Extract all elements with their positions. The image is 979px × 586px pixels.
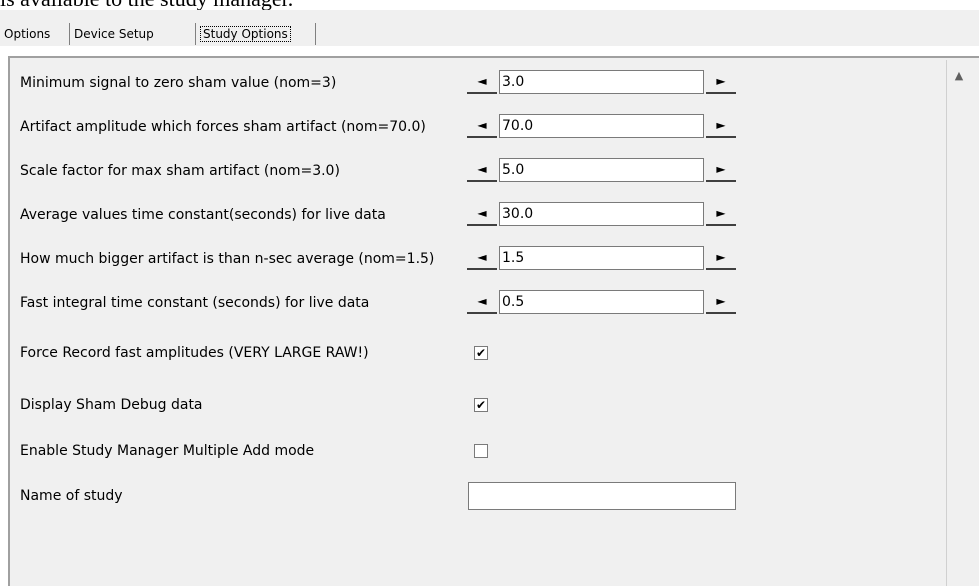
tab-device-setup[interactable]: Device Setup (70, 23, 196, 45)
min-signal-label: Minimum signal to zero sham value (nom=3… (20, 75, 337, 91)
artifact-ratio-increment-icon[interactable]: ► (706, 246, 736, 270)
display-sham-debug-checkbox[interactable]: ✔ (474, 398, 488, 412)
name-of-study-label: Name of study (20, 488, 123, 504)
average-time-constant-increment-icon[interactable]: ► (706, 202, 736, 226)
force-record-label: Force Record fast amplitudes (VERY LARGE… (20, 345, 369, 361)
scroll-up-icon[interactable]: ▲ (947, 60, 971, 90)
scale-factor-field[interactable]: 5.0 (499, 158, 704, 182)
average-time-constant-spinner: ◄ 30.0 ► (467, 202, 736, 226)
multiple-add-mode-checkbox[interactable] (474, 444, 488, 458)
artifact-ratio-field[interactable]: 1.5 (499, 246, 704, 270)
fast-integral-increment-icon[interactable]: ► (706, 290, 736, 314)
average-time-constant-field[interactable]: 30.0 (499, 202, 704, 226)
average-time-constant-decrement-icon[interactable]: ◄ (467, 202, 497, 226)
min-signal-decrement-icon[interactable]: ◄ (467, 70, 497, 94)
fast-integral-field[interactable]: 0.5 (499, 290, 704, 314)
tab-strip: Options Device Setup Study Options (0, 10, 979, 46)
force-record-checkbox[interactable]: ✔ (474, 346, 488, 360)
min-signal-spinner: ◄ 3.0 ► (467, 70, 736, 94)
fast-integral-label: Fast integral time constant (seconds) fo… (20, 295, 370, 311)
min-signal-increment-icon[interactable]: ► (706, 70, 736, 94)
scale-factor-decrement-icon[interactable]: ◄ (467, 158, 497, 182)
artifact-ratio-decrement-icon[interactable]: ◄ (467, 246, 497, 270)
artifact-amplitude-field[interactable]: 70.0 (499, 114, 704, 138)
artifact-amplitude-increment-icon[interactable]: ► (706, 114, 736, 138)
scale-factor-increment-icon[interactable]: ► (706, 158, 736, 182)
fast-integral-spinner: ◄ 0.5 ► (467, 290, 736, 314)
tab-study-options-label: Study Options (200, 26, 291, 42)
name-of-study-input[interactable] (468, 482, 736, 510)
vertical-scrollbar[interactable]: ▲ (946, 60, 971, 586)
document-caption: is available to the study manager. (0, 0, 979, 10)
artifact-amplitude-label: Artifact amplitude which forces sham art… (20, 119, 426, 135)
scale-factor-spinner: ◄ 5.0 ► (467, 158, 736, 182)
scale-factor-label: Scale factor for max sham artifact (nom=… (20, 163, 340, 179)
multiple-add-mode-label: Enable Study Manager Multiple Add mode (20, 443, 315, 459)
artifact-ratio-label: How much bigger artifact is than n-sec a… (20, 251, 435, 267)
artifact-amplitude-spinner: ◄ 70.0 ► (467, 114, 736, 138)
min-signal-field[interactable]: 3.0 (499, 70, 704, 94)
tab-study-options[interactable]: Study Options (196, 23, 316, 45)
fast-integral-decrement-icon[interactable]: ◄ (467, 290, 497, 314)
tab-options[interactable]: Options (0, 23, 70, 45)
average-time-constant-label: Average values time constant(seconds) fo… (20, 207, 386, 223)
artifact-ratio-spinner: ◄ 1.5 ► (467, 246, 736, 270)
display-sham-debug-label: Display Sham Debug data (20, 397, 203, 413)
artifact-amplitude-decrement-icon[interactable]: ◄ (467, 114, 497, 138)
